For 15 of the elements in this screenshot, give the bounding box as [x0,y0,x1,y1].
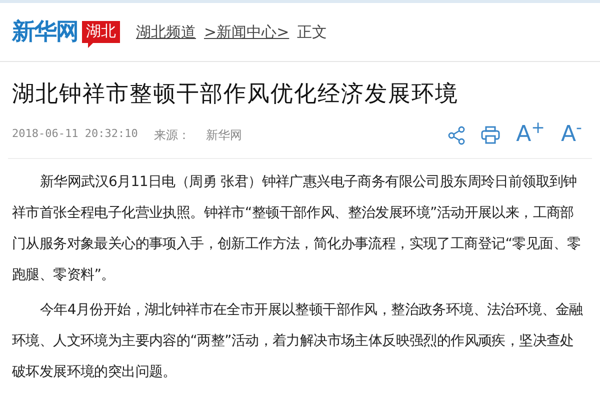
region-badge: 湖北 [82,21,120,43]
source-label: 来源： [154,127,190,144]
article-title: 湖北钟祥市整顿干部作风优化经济发展环境 [11,80,460,108]
source-name: 新华网 [206,127,242,144]
publish-time: 2018-06-11 20:32:10 [12,126,138,142]
print-icon[interactable] [481,126,500,144]
font-size-button[interactable]: A$^{+}$ [516,124,545,146]
speech-tail-icon [88,42,93,48]
breadcrumb-link[interactable]: >新闻中心> [204,20,290,44]
article-paragraph: 新华网武汉6月11日电（周勇 张君）钟祥广惠兴电子商务有限公司股东周玲日前领取到钟祥市首张全程电子化营业执照。钟祥市“整顿干部作风、整治发展环境”活动开展以来，工商部门从服务对象最关心的事项入手，创新工作方法，简化办事流程，实现了工商登记“零见面、零跑腿、零资料”。 [11,173,582,285]
share-icon[interactable] [448,126,466,144]
font-size-button[interactable]: A$^{-}$ [560,124,582,146]
breadcrumb-link[interactable]: 湖北频道 [136,20,196,44]
site-logo[interactable]: 新华网 [12,14,78,50]
article-paragraph: 今年4月份开始，湖北钟祥市在全市开展以整顿干部作风，整治政务环境、法治环境、金融环境、人文环境为主要内容的“两整”活动，着力解决市场主体反映强烈的作风顽疾，坚决查处破坏发展环境的突出问题。 [11,301,584,382]
